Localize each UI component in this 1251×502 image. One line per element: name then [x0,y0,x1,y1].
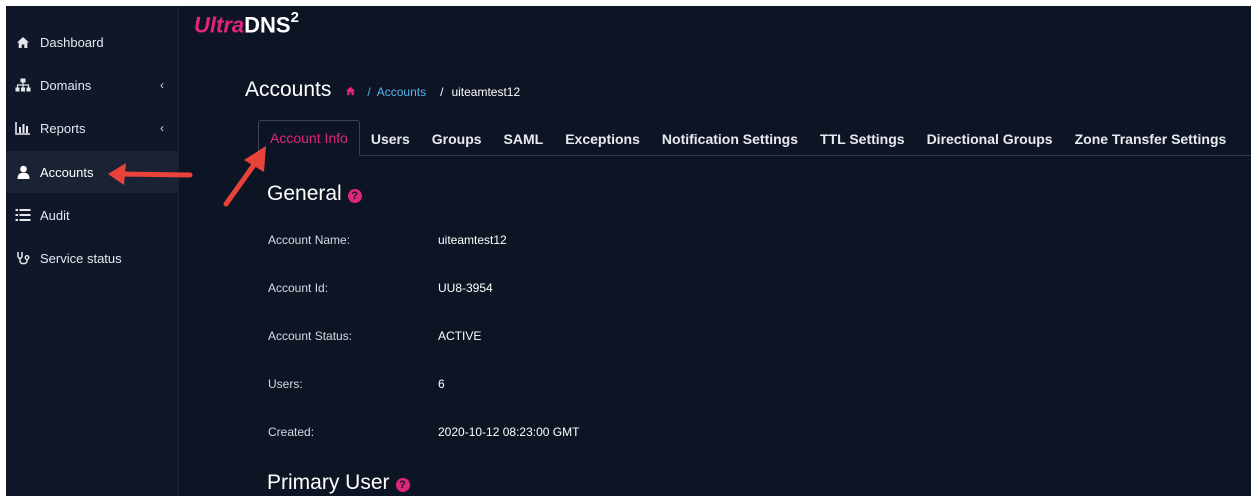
stethoscope-icon [15,250,31,266]
field-account-status: Account Status: ACTIVE [268,329,481,343]
tab-groups[interactable]: Groups [421,122,493,155]
sidebar-item-reports[interactable]: Reports ‹ [6,108,178,148]
breadcrumb-separator: / [440,85,444,99]
breadcrumb-separator: / [367,85,371,99]
field-label: Account Name: [268,233,351,247]
field-account-id: Account Id: UU8-3954 [268,281,493,295]
field-account-name: Account Name: uiteamtest12 [268,233,507,247]
field-value: 2020-10-12 08:23:00 GMT [438,425,580,439]
sidebar-item-audit[interactable]: Audit [6,195,178,235]
breadcrumb-accounts-link[interactable]: Accounts [377,85,426,99]
field-value: 6 [438,377,445,391]
sidebar-item-service-status[interactable]: Service status [6,238,178,278]
sidebar-item-label: Accounts [40,164,94,180]
sidebar-item-accounts[interactable]: Accounts [6,151,178,193]
tab-notification-settings[interactable]: Notification Settings [651,122,809,155]
page-title: Accounts [245,78,332,101]
tab-directional-groups[interactable]: Directional Groups [916,122,1064,155]
field-label: Account Id: [268,281,329,295]
account-tabs: Account Info Users Groups SAML Exception… [258,120,1251,156]
sidebar: Dashboard Domains ‹ Reports ‹ Accounts A… [6,6,179,496]
tab-saml[interactable]: SAML [493,122,555,155]
bar-chart-icon [15,120,31,136]
page-header: Accounts / Accounts / uiteamtest12 [245,78,520,102]
home-icon [15,34,31,50]
sidebar-item-label: Audit [40,207,70,223]
field-value: UU8-3954 [438,281,493,295]
sitemap-icon [15,77,31,93]
primary-user-section-title: Primary User ? [267,471,410,495]
tab-users[interactable]: Users [360,122,421,155]
tab-exceptions[interactable]: Exceptions [554,122,651,155]
field-created: Created: 2020-10-12 08:23:00 GMT [268,425,579,439]
tab-account-info[interactable]: Account Info [258,120,360,156]
field-label: Users: [268,377,303,391]
app-window: Dashboard Domains ‹ Reports ‹ Accounts A… [6,6,1251,496]
ultradns-logo[interactable]: UltraDNS2 [194,9,299,38]
field-users: Users: 6 [268,377,445,391]
field-value: uiteamtest12 [438,233,507,247]
home-icon[interactable] [345,86,357,98]
sidebar-item-label: Service status [40,250,122,266]
main-content: UltraDNS2 Accounts / Accounts / uiteamte… [178,6,1251,496]
help-icon[interactable]: ? [395,478,410,492]
field-label: Account Status: [268,329,353,343]
tab-ttl-settings[interactable]: TTL Settings [809,122,916,155]
field-value: ACTIVE [438,329,482,343]
sidebar-item-label: Dashboard [40,34,104,50]
tab-zone-transfer-settings[interactable]: Zone Transfer Settings [1064,122,1238,155]
help-icon[interactable]: ? [347,189,362,203]
user-icon [15,164,31,180]
chevron-left-icon: ‹ [160,121,164,135]
sidebar-item-label: Domains [40,77,92,93]
list-icon [15,207,31,223]
chevron-left-icon: ‹ [160,78,164,92]
sidebar-item-dashboard[interactable]: Dashboard [6,22,178,62]
sidebar-item-domains[interactable]: Domains ‹ [6,65,178,105]
field-label: Created: [268,425,315,439]
general-section-title: General ? [267,182,362,206]
breadcrumb-current: uiteamtest12 [451,85,521,99]
breadcrumb: / Accounts / uiteamtest12 [345,85,520,99]
sidebar-item-label: Reports [40,120,86,136]
